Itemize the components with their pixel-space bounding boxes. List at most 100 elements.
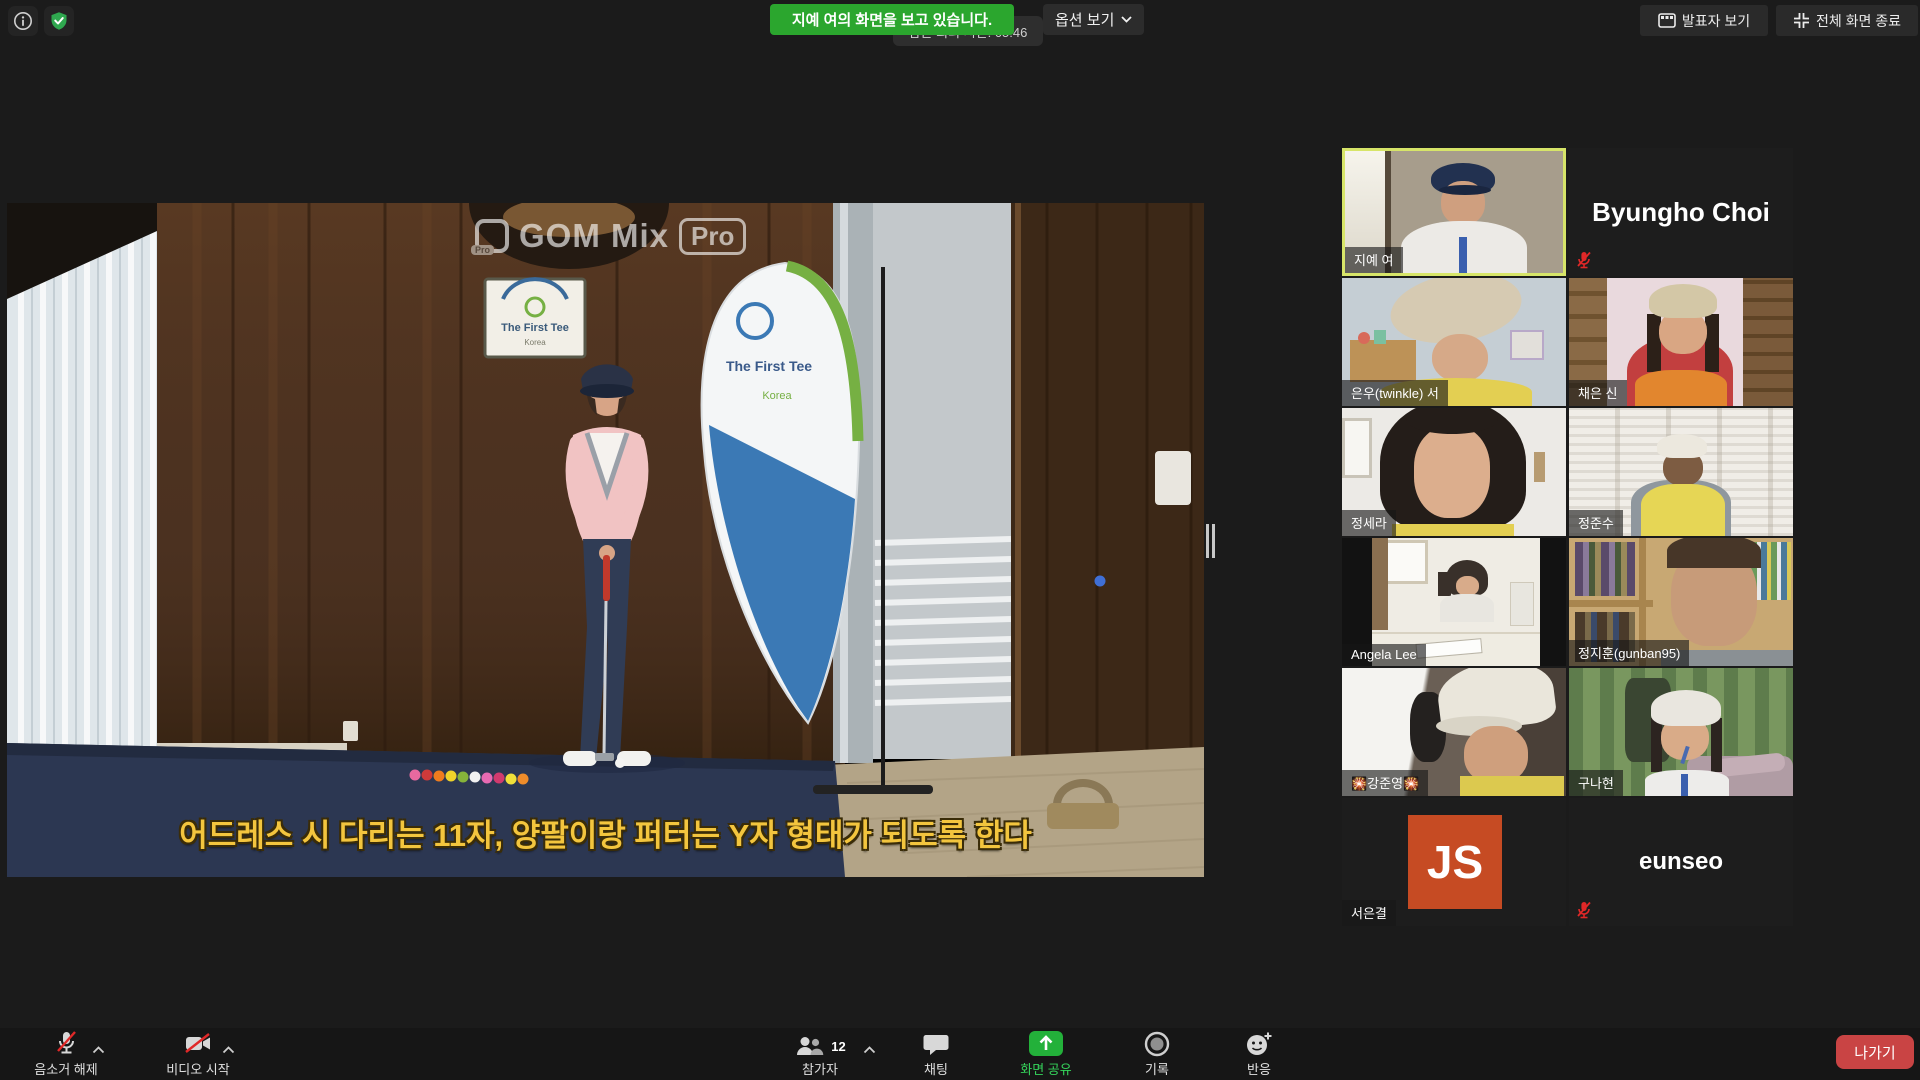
participant-tile-byungho-choi[interactable]: Byungho Choi (1569, 148, 1793, 276)
person-torso (1440, 594, 1494, 622)
cabinet (1342, 418, 1372, 478)
window-blinds (7, 203, 179, 763)
person-face (1456, 576, 1479, 596)
participant-tile-eungyeol-seo[interactable]: JS 서은결 (1342, 798, 1566, 926)
exit-fullscreen-icon (1793, 12, 1810, 29)
participant-tile-junyoung-kang[interactable]: 🎇강준영🎇 (1342, 668, 1566, 796)
books (1575, 542, 1635, 596)
watermark-pro-badge: Pro (679, 218, 746, 255)
meeting-info-button[interactable] (8, 6, 38, 36)
participant-display-name: Byungho Choi (1569, 148, 1793, 276)
participants-label: 참가자 (802, 1059, 838, 1078)
participant-name-label: 지예 여 (1345, 247, 1403, 273)
chat-label: 채팅 (924, 1059, 948, 1078)
share-screen-label: 화면 공유 (1020, 1059, 1071, 1078)
gom-logo-icon: Pro (475, 219, 509, 253)
lanyard (1681, 774, 1688, 796)
security-encryption-button[interactable] (44, 6, 74, 36)
participant-tile-junsu-jung[interactable]: 정준수 (1569, 408, 1793, 536)
person-ponytail (1438, 572, 1451, 596)
muted-mic-icon (1575, 250, 1593, 270)
person-hair (1667, 538, 1761, 568)
person-hair (1651, 718, 1662, 772)
annotation-dot (1095, 576, 1106, 587)
unmute-button[interactable]: 음소거 해제 (18, 1031, 114, 1078)
start-video-button[interactable]: 비디오 시작 (148, 1031, 248, 1078)
participant-tile-chaeeun-shin[interactable]: 채은 신 (1569, 278, 1793, 406)
exit-fullscreen-button[interactable]: 전체 화면 종료 (1776, 5, 1918, 36)
participant-tile-jiye-yeo[interactable]: 지예 여 (1342, 148, 1566, 276)
participants-icon (794, 1035, 824, 1057)
leave-meeting-button[interactable]: 나가기 (1836, 1035, 1914, 1069)
record-label: 기록 (1145, 1059, 1169, 1078)
mic-options-chevron[interactable] (92, 1046, 105, 1054)
start-video-label: 비디오 시작 (166, 1059, 229, 1078)
person-cap (1649, 284, 1717, 318)
toy (1358, 332, 1370, 344)
wall-outlet (343, 721, 358, 741)
viewing-screen-banner: 지예 여의 화면을 보고 있습니다. (770, 4, 1014, 35)
participant-tile-nahyun-koo[interactable]: 구나현 (1569, 668, 1793, 796)
reactions-label: 반응 (1247, 1059, 1271, 1078)
wall-lantern (1534, 452, 1545, 482)
participant-display-name: eunseo (1569, 798, 1793, 926)
view-options-button[interactable]: 옵션 보기 (1043, 4, 1144, 35)
participant-name-label: 채은 신 (1569, 380, 1627, 406)
shelf-divider (1569, 600, 1653, 607)
speaker-view-icon (1658, 13, 1676, 28)
reactions-icon (1245, 1031, 1273, 1057)
participants-options-chevron[interactable] (863, 1046, 876, 1054)
participant-name-label: 은우(twinkle) 서 (1342, 380, 1448, 406)
air-purifier (1510, 582, 1534, 626)
share-screen-button[interactable]: 화면 공유 (1000, 1030, 1092, 1078)
chat-button[interactable]: 채팅 (905, 1033, 967, 1078)
muted-mic-icon (1575, 900, 1593, 920)
video-subtitle: 어드레스 시 다리는 11자, 양팔이랑 퍼터는 Y자 형태가 되도록 한다 (7, 810, 1204, 855)
books (1510, 330, 1544, 360)
pillarbox-right (1540, 538, 1566, 666)
shelf (1372, 538, 1388, 630)
person-torso (1641, 484, 1725, 536)
reactions-button[interactable]: 반응 (1226, 1031, 1292, 1078)
avatar-initials: JS (1427, 835, 1483, 889)
shared-screen-video: The First Tee Korea (7, 203, 1204, 877)
share-screen-icon (1027, 1030, 1065, 1057)
shield-check-icon (49, 11, 69, 31)
plaque-title: The First Tee (501, 322, 569, 334)
chevron-down-icon (1121, 16, 1132, 23)
participant-tile-eunwoo-seo[interactable]: 은우(twinkle) 서 (1342, 278, 1566, 406)
participant-tile-angela-lee[interactable]: Angela Lee (1342, 538, 1566, 666)
hallway (833, 203, 1204, 763)
person-cap (1651, 690, 1721, 726)
person-cap (1657, 434, 1707, 458)
toy (1374, 330, 1386, 344)
record-icon (1144, 1031, 1170, 1057)
gom-mix-watermark: Pro GOM Mix Pro (475, 217, 746, 255)
person-hair (1647, 314, 1661, 372)
speaker-view-button[interactable]: 발표자 보기 (1640, 5, 1768, 36)
participant-tile-eunseo[interactable]: eunseo (1569, 798, 1793, 926)
person-hair (1705, 314, 1719, 372)
participant-name-label: 정지훈(gunban95) (1569, 640, 1689, 666)
person-face (1414, 426, 1490, 518)
info-icon (13, 11, 33, 31)
participant-tile-jihoon-jung[interactable]: 정지훈(gunban95) (1569, 538, 1793, 666)
video-options-chevron[interactable] (222, 1046, 235, 1054)
participants-button[interactable]: 12 참가자 (772, 1035, 868, 1078)
wall-plaque: The First Tee Korea (485, 279, 585, 357)
participant-name-label: 정세라 (1342, 510, 1396, 536)
record-button[interactable]: 기록 (1126, 1031, 1188, 1078)
person-torso (1392, 524, 1514, 536)
panel-resize-handle[interactable] (1206, 524, 1215, 558)
participant-name-label: Angela Lee (1342, 644, 1426, 666)
plaque-subtitle: Korea (524, 338, 546, 347)
chat-icon (923, 1033, 949, 1057)
participant-tile-sera-jung[interactable]: 정세라 (1342, 408, 1566, 536)
person-hair (1711, 718, 1722, 772)
view-options-label: 옵션 보기 (1055, 9, 1114, 30)
unmute-label: 음소거 해제 (34, 1059, 97, 1078)
participants-count-badge: 12 (831, 1039, 845, 1054)
flag-title: The First Tee (726, 358, 812, 374)
cap-brim (1439, 185, 1491, 195)
participant-name-label: 정준수 (1569, 510, 1623, 536)
